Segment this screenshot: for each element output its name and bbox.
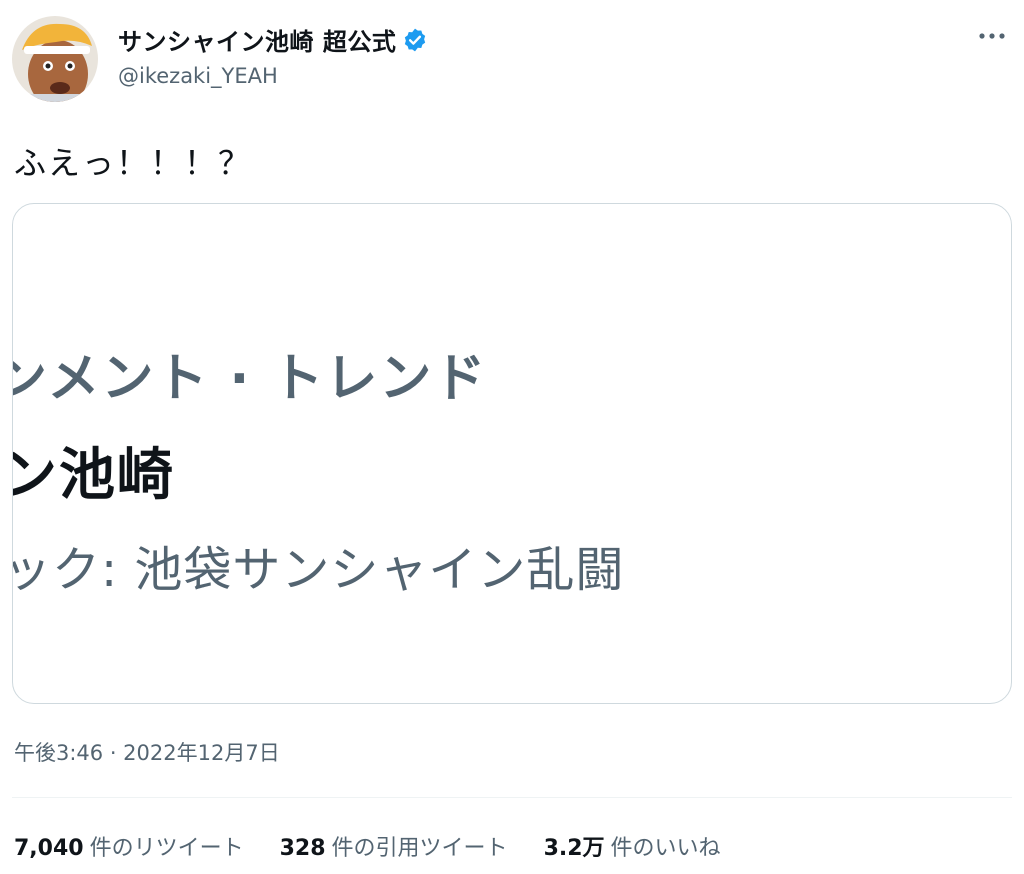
tweet-media-image[interactable]: ンメント · トレンド ン池崎 ック: 池袋サンシャイン乱闘 (12, 203, 1012, 704)
avatar-photo-icon (12, 16, 98, 102)
retweet-count-value: 7,040 (14, 836, 84, 861)
tweet-stats: 7,040 件のリツイート 328 件の引用ツイート 3.2万 件のいいね (14, 830, 721, 862)
author-display-name[interactable]: サンシャイン池崎 超公式 (118, 22, 396, 57)
like-count-label: 件のいいね (610, 836, 721, 861)
retweet-count-label: 件のリツイート (89, 836, 244, 861)
quote-count[interactable]: 328 件の引用ツイート (280, 830, 508, 862)
screenshot-trend-name: ン池崎 (12, 443, 175, 508)
author-avatar[interactable] (12, 16, 98, 102)
like-count[interactable]: 3.2万 件のいいね (544, 830, 721, 862)
quote-count-label: 件の引用ツイート (331, 836, 508, 861)
author-handle[interactable]: @ikezaki_YEAH (118, 64, 278, 88)
retweet-count[interactable]: 7,040 件のリツイート (14, 830, 244, 862)
verified-badge-icon (402, 27, 428, 53)
tweet-text: ふえっ！！！？ (14, 144, 253, 182)
screenshot-category-text: ンメント · トレンド (12, 349, 488, 409)
like-count-value: 3.2万 (543, 836, 605, 861)
quote-count-value: 328 (279, 836, 326, 861)
divider (12, 797, 1012, 798)
tweet-timestamp[interactable]: 午後3:46 · 2022年12月7日 (14, 737, 280, 767)
more-options-icon[interactable] (974, 24, 1010, 48)
author-name-row[interactable]: サンシャイン池崎 超公式 (118, 22, 428, 57)
screenshot-topic-text: ック: 池袋サンシャイン乱闘 (12, 542, 625, 598)
tweet-detail: サンシャイン池崎 超公式 @ikezaki_YEAH ふえっ！！！？ ンメント … (0, 0, 1024, 874)
